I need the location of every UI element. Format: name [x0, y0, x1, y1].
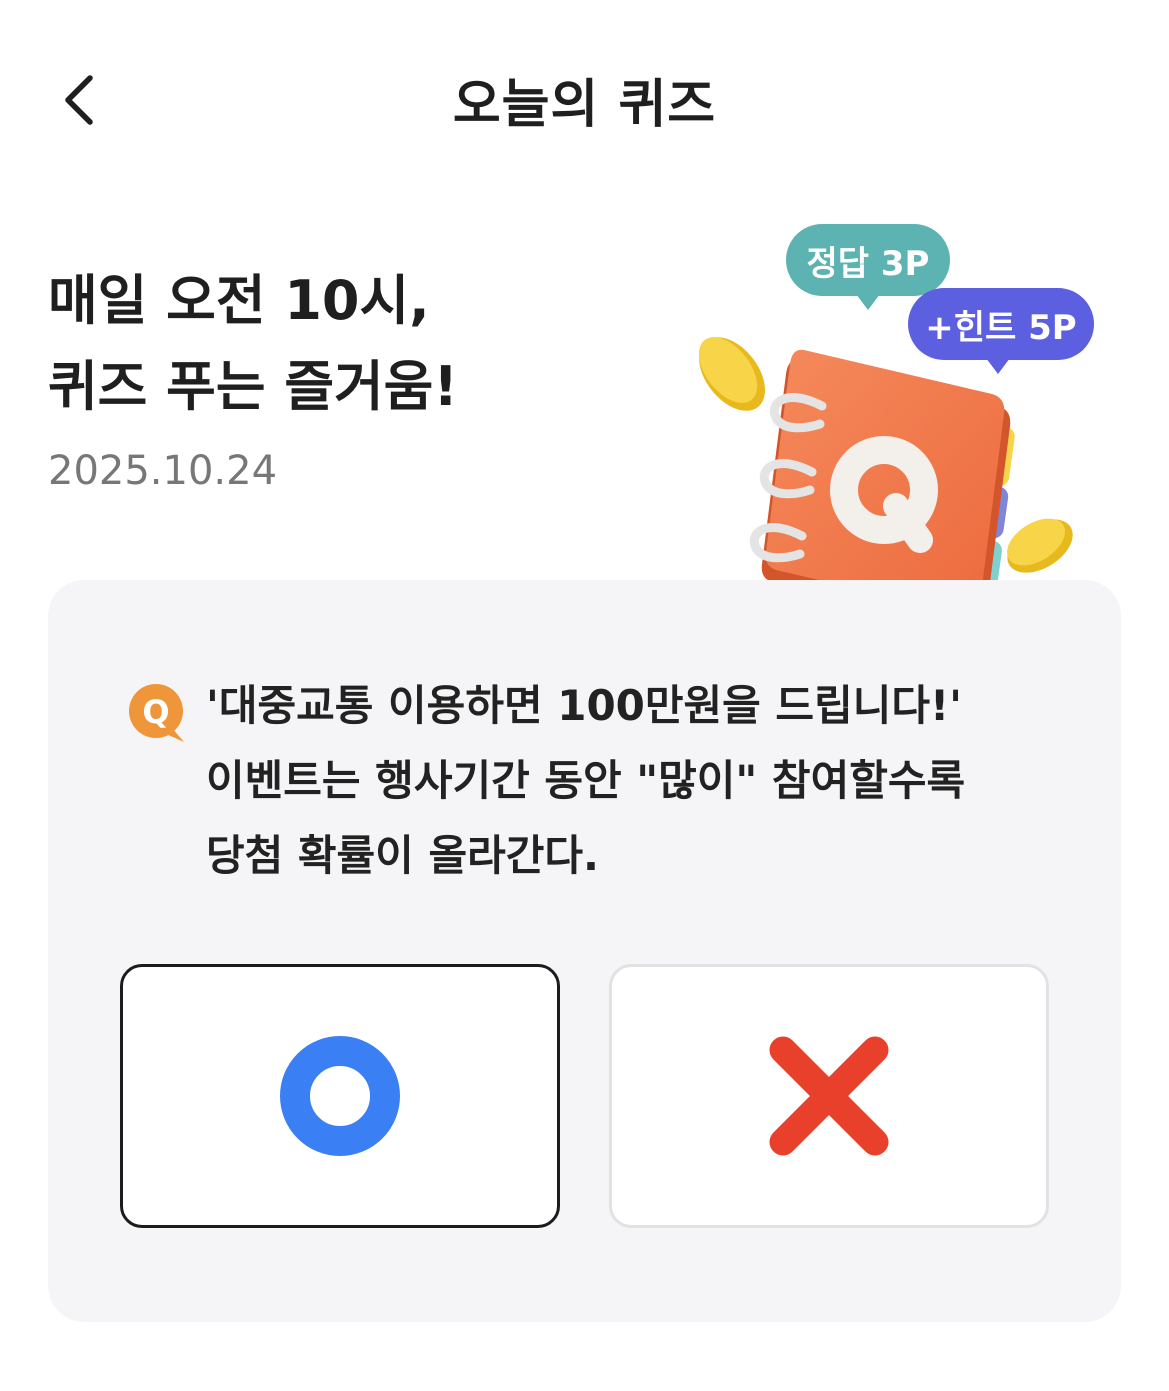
hint-bubble-tail [986, 358, 1010, 374]
quiz-date: 2025.10.24 [48, 448, 278, 494]
page-title: 오늘의 퀴즈 [452, 75, 717, 135]
cross-x-icon [769, 1036, 889, 1156]
answer-bubble-tail [856, 294, 880, 310]
question-badge: Q [126, 682, 186, 742]
question-line-1: '대중교통 이용하면 100만원을 드립니다!' [206, 681, 963, 730]
hint-reward-bubble: +힌트 5P [908, 288, 1094, 360]
question-text: '대중교통 이용하면 100만원을 드립니다!' 이벤트는 행사기간 동안 "많… [206, 668, 1086, 893]
top-bar: 오늘의 퀴즈 [0, 0, 1169, 200]
quiz-illustration: 정답 3P +힌트 5P [680, 210, 1120, 630]
question-line-2: 이벤트는 행사기간 동안 "많이" 참여할수록 [206, 756, 966, 805]
hero-heading-line-1: 매일 오전 10시, [48, 269, 430, 332]
question-badge-icon: Q [129, 684, 184, 742]
hero-heading-line-2: 퀴즈 푸는 즐거움! [48, 355, 458, 418]
question-badge-letter: Q [142, 693, 169, 731]
answer-x-button[interactable] [609, 964, 1049, 1228]
answer-o-button[interactable] [120, 964, 560, 1228]
question-line-3: 당첨 확률이 올라간다. [206, 831, 599, 880]
hero-heading: 매일 오전 10시, 퀴즈 푸는 즐거움! [48, 258, 458, 430]
answer-reward-bubble: 정답 3P [786, 224, 950, 296]
circle-o-icon [280, 1036, 400, 1156]
